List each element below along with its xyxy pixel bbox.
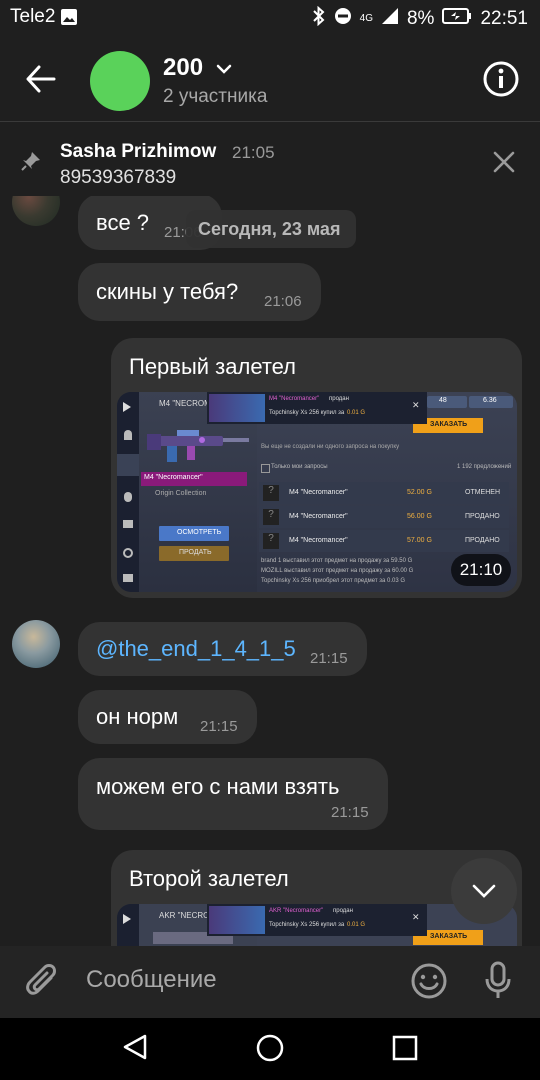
carrier-name: Tele2 xyxy=(10,6,56,27)
mic-small-icon xyxy=(124,492,132,502)
chat-header xyxy=(0,36,540,122)
info-icon[interactable] xyxy=(482,60,520,103)
attach-icon[interactable] xyxy=(26,964,60,1007)
date-separator: Сегодня, 23 мая xyxy=(186,210,356,248)
bluetooth-icon xyxy=(312,5,326,32)
message-input-bar xyxy=(0,946,540,1020)
message-time: 21:15 xyxy=(310,650,348,667)
message-text: он норм xyxy=(96,704,179,729)
nav-home-icon[interactable] xyxy=(256,1034,284,1067)
chat-title[interactable]: 200 xyxy=(163,54,203,82)
message-list[interactable]: все ? 21:06 Сегодня, 23 мая скины у тебя… xyxy=(0,196,540,946)
scroll-down-icon xyxy=(471,882,497,905)
message-text: можем его с нами взять xyxy=(96,774,340,799)
emoji-icon[interactable] xyxy=(411,963,447,1004)
status-bar: Tele2 4G 8% 22:51 xyxy=(0,0,540,36)
balance-silver: 48 xyxy=(427,396,467,408)
my-requests-label: Только мои запросы xyxy=(271,464,328,470)
notification-weapon-image xyxy=(209,906,265,934)
pinned-author: Sasha Prizhimow xyxy=(60,141,217,162)
scroll-down-button[interactable] xyxy=(451,858,517,924)
market-log-line: brand 1 выставил этот предмет на продажу… xyxy=(261,558,413,564)
play-icon xyxy=(123,402,131,412)
game-sidebar xyxy=(117,904,139,946)
signal-icon xyxy=(381,7,399,31)
weapon-image xyxy=(147,430,249,462)
notification-weapon-image xyxy=(209,394,265,422)
offers-count: 1 192 предложений xyxy=(457,464,512,470)
mention-link[interactable]: @the_end_1_4_1_5 xyxy=(96,636,296,662)
notification-close-icon[interactable]: ✕ xyxy=(412,912,420,923)
message-time: 21:06 xyxy=(264,293,302,310)
date-separator-text: Сегодня, 23 мая xyxy=(198,219,341,239)
sale-notification: M4 "Necromancer" продан Topchinsky Xs 25… xyxy=(207,392,427,424)
sell-button[interactable]: ПРОДАТЬ xyxy=(159,546,229,561)
user-icon xyxy=(124,430,132,440)
battery-percent: 8% xyxy=(406,8,435,29)
market-log-line: MOZILL выставил этот предмет на продажу … xyxy=(261,568,414,574)
nav-back-icon[interactable] xyxy=(120,1032,150,1067)
clock: 22:51 xyxy=(480,8,528,29)
pinned-time: 21:05 xyxy=(232,143,275,162)
collection-label: Origin Collection xyxy=(155,490,207,497)
photo-time: 21:10 xyxy=(451,554,511,586)
group-avatar[interactable] xyxy=(90,51,150,111)
mail-small-icon xyxy=(123,574,133,582)
play-icon xyxy=(123,914,131,924)
unknown-item-icon: ? xyxy=(263,533,279,549)
message-time: 21:15 xyxy=(331,804,369,821)
sender-avatar[interactable] xyxy=(12,196,60,226)
message-text: все ? xyxy=(96,210,150,235)
unknown-item-icon: ? xyxy=(263,485,279,501)
message-time: 21:15 xyxy=(200,718,238,735)
market-row[interactable]: ? M4 "Necromancer" 52.00 G ОТМЕНЕН xyxy=(259,482,509,504)
nav-recents-icon[interactable] xyxy=(392,1035,418,1066)
market-log-line: Topchinsky Xs 256 приобрел этот предмет … xyxy=(261,578,406,584)
message-text: скины у тебя? xyxy=(96,279,239,304)
chevron-down-icon[interactable] xyxy=(214,62,234,81)
dnd-icon xyxy=(334,7,352,31)
network-type: 4G xyxy=(359,13,373,24)
back-arrow-icon[interactable] xyxy=(24,62,58,101)
weapon-tab xyxy=(117,454,139,476)
settings-small-icon xyxy=(123,548,133,558)
market-row[interactable]: ? M4 "Necromancer" 56.00 G ПРОДАНО xyxy=(259,506,509,528)
unknown-item-icon: ? xyxy=(263,509,279,525)
close-icon[interactable] xyxy=(492,150,516,179)
pinned-text: 89539367839 xyxy=(60,167,177,188)
mic-icon[interactable] xyxy=(484,961,512,1006)
game-sidebar xyxy=(117,392,139,592)
sender-avatar[interactable] xyxy=(12,620,60,668)
no-requests-text: Вы еще не создали ни одного запроса на п… xyxy=(261,444,400,450)
balance-gold: 6.36 xyxy=(469,396,513,408)
photo-caption: Первый залетел xyxy=(129,354,297,379)
my-requests-checkbox[interactable] xyxy=(261,464,270,473)
group-small-icon xyxy=(123,520,133,528)
message-input[interactable]: Сообщение xyxy=(86,966,217,994)
status-icons: 4G 8% 22:51 xyxy=(312,5,528,32)
market-row[interactable]: ? M4 "Necromancer" 57.00 G ПРОДАНО xyxy=(259,530,509,552)
view-button[interactable]: ОСМОТРЕТЬ xyxy=(159,526,229,541)
participants-count: 2 участника xyxy=(163,86,268,107)
sale-notification: AKR "Necromancer" продан Topchinsky Xs 2… xyxy=(207,904,427,936)
message-bubble[interactable]: скины у тебя? 21:06 xyxy=(78,263,321,321)
battery-icon xyxy=(442,8,472,30)
image-icon xyxy=(60,8,78,31)
pin-icon xyxy=(20,150,42,177)
message-bubble[interactable]: @the_end_1_4_1_5 21:15 xyxy=(78,622,367,676)
photo-caption: Второй залетел xyxy=(129,866,289,891)
notification-close-icon[interactable]: ✕ xyxy=(412,400,420,411)
photo-message[interactable]: Первый залетел M4 "NECROMA M4 "Necromanc… xyxy=(111,338,522,598)
message-bubble[interactable]: он норм 21:15 xyxy=(78,690,257,744)
item-label: M4 "Necromancer" xyxy=(141,472,247,486)
message-bubble[interactable]: можем его с нами взять 21:15 xyxy=(78,758,388,830)
game-screenshot[interactable]: M4 "NECROMA M4 "Necromancer" Origin Coll… xyxy=(117,392,517,592)
